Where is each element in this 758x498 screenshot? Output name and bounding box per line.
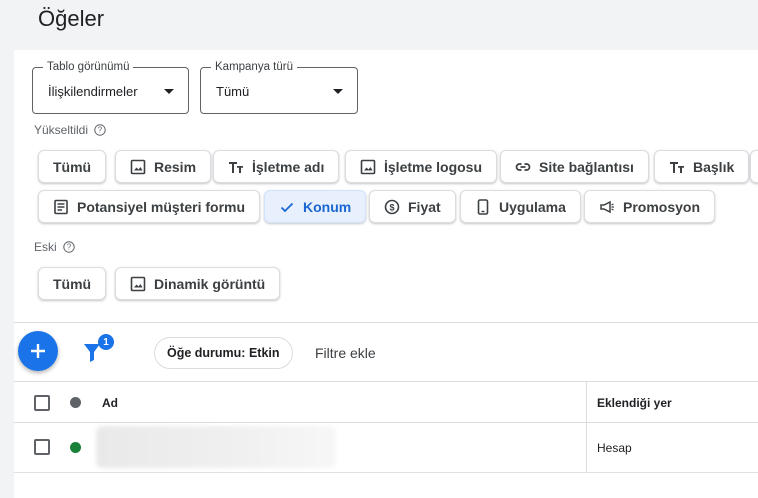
svg-text:$: $ (389, 202, 394, 212)
legacy-section-label: Eski ? (34, 240, 75, 254)
chip-price[interactable]: $ Fiyat (369, 190, 456, 223)
dropdown-arrow-icon (333, 89, 343, 94)
chip-label: Resim (154, 158, 197, 175)
help-icon[interactable]: ? (94, 124, 106, 136)
chip-app[interactable]: Uygulama (460, 190, 581, 223)
text-icon (229, 161, 243, 173)
legacy-label-text: Eski (34, 240, 57, 254)
image-icon (130, 276, 146, 291)
campaign-type-value: Tümü (216, 84, 250, 99)
campaign-type-select[interactable]: Kampanya türü Tümü (200, 60, 358, 114)
column-separator (586, 382, 587, 422)
row-checkbox[interactable] (34, 439, 50, 455)
chip-location[interactable]: Konum (264, 190, 367, 223)
table-row: Hesap (14, 423, 758, 473)
upgraded-section-label: Yükseltildi ? (34, 123, 106, 137)
image-icon (130, 159, 146, 174)
svg-text:?: ? (66, 243, 71, 252)
chip-dynamic-image[interactable]: Dinamik görüntü (115, 267, 281, 300)
filter-button[interactable]: 1 (80, 334, 114, 368)
chip-all-legacy[interactable]: Tümü (38, 267, 107, 300)
chip-label: İşletme adı (252, 158, 325, 175)
chip-promotion[interactable]: Promosyon (584, 190, 716, 223)
chip-label: Site bağlantısı (539, 158, 634, 175)
table-view-value: İlişkilendirmeler (48, 84, 138, 99)
chip-label: Potansiyel müşteri formu (77, 198, 246, 215)
status-header-dot (70, 397, 81, 408)
filter-count-badge: 1 (98, 334, 114, 350)
upgraded-label-text: Yükseltildi (34, 123, 89, 137)
check-icon (280, 202, 294, 212)
page-title: Öğeler (38, 6, 105, 31)
chip-lead-form[interactable]: Potansiyel müşteri formu (38, 190, 261, 223)
column-separator (586, 423, 587, 472)
dropdown-arrow-icon (164, 89, 174, 94)
column-header-name[interactable]: Ad (102, 396, 118, 410)
table-header: Ad Eklendiği yer (14, 381, 758, 423)
add-filter-button[interactable]: Filtre ekle (315, 345, 376, 361)
chip-label: Uygulama (499, 198, 566, 215)
phone-icon (477, 198, 489, 215)
redacted-asset (96, 426, 336, 468)
chip-image[interactable]: Resim (115, 150, 212, 183)
form-icon (54, 199, 68, 214)
section-divider (14, 322, 758, 323)
chip-all-upgraded[interactable]: Tümü (38, 150, 107, 183)
row-added-at: Hesap (597, 441, 632, 455)
chip-label: Tümü (53, 275, 92, 292)
chip-more[interactable] (750, 150, 758, 183)
svg-text:?: ? (98, 126, 103, 135)
text-icon (670, 161, 684, 173)
campaign-type-label: Kampanya türü (211, 60, 297, 74)
select-all-checkbox[interactable] (34, 395, 50, 411)
megaphone-icon (600, 200, 614, 213)
chip-label: Promosyon (623, 198, 701, 215)
status-filter-chip[interactable]: Öğe durumu: Etkin (154, 337, 293, 369)
help-icon[interactable]: ? (62, 241, 75, 253)
plus-icon (31, 344, 45, 358)
column-header-added-at[interactable]: Eklendiği yer (597, 396, 672, 410)
status-dot (70, 442, 81, 453)
chip-business-logo[interactable]: İşletme logosu (345, 150, 498, 183)
image-icon (360, 159, 376, 174)
chip-label: Tümü (53, 158, 92, 175)
chip-label: Dinamik görüntü (154, 275, 266, 292)
chip-label: Fiyat (408, 198, 441, 215)
chip-label: İşletme logosu (384, 158, 483, 175)
chip-sitelink[interactable]: Site bağlantısı (500, 150, 649, 183)
chip-headline[interactable]: Başlık (654, 150, 750, 183)
table-view-select[interactable]: Tablo görünümü İlişkilendirmeler (32, 60, 189, 114)
page: Öğeler Tablo görünümü İlişkilendirmeler … (0, 0, 758, 498)
chip-label: Konum (303, 198, 352, 215)
chip-business-name[interactable]: İşletme adı (213, 150, 340, 183)
chip-label: Başlık (693, 158, 735, 175)
price-icon: $ (384, 199, 400, 214)
add-button[interactable] (18, 331, 58, 371)
assets-panel: Tablo görünümü İlişkilendirmeler Kampany… (14, 50, 758, 498)
link-icon (515, 162, 531, 171)
table-view-label: Tablo görünümü (43, 60, 134, 74)
